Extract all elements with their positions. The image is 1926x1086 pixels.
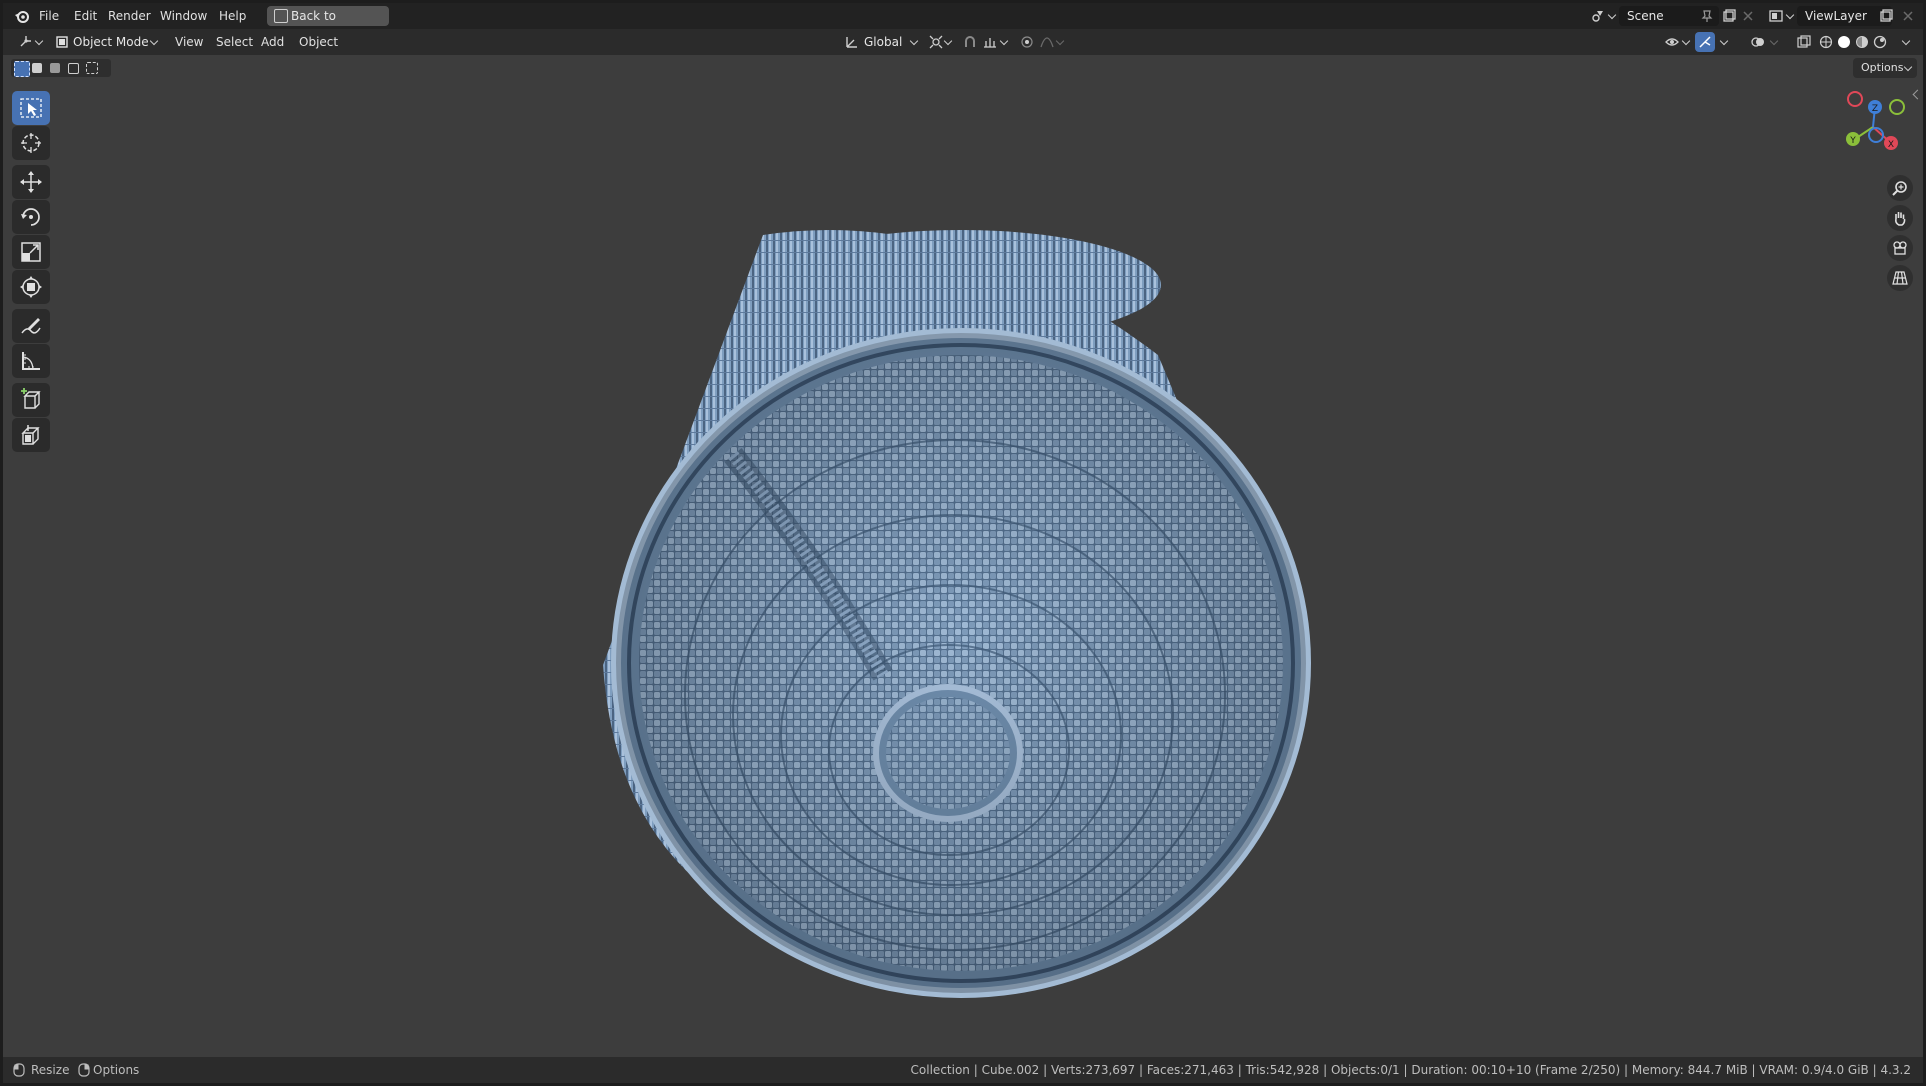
gizmo-x-label: X bbox=[1888, 140, 1894, 150]
status-bar: Resize Options Collection | Cube.002 | V… bbox=[3, 1057, 1923, 1083]
gizmo-neg-x-icon[interactable] bbox=[1847, 91, 1863, 107]
navigation-gizmo[interactable]: X Y Z bbox=[1835, 85, 1915, 165]
menu-file[interactable]: File bbox=[39, 3, 59, 29]
menu-add[interactable]: Add bbox=[261, 29, 284, 55]
material-shading-icon[interactable] bbox=[1855, 35, 1869, 49]
wireframe-shading-icon[interactable] bbox=[1819, 35, 1833, 49]
back-to-previous-button[interactable]: Back to Previous bbox=[267, 6, 389, 43]
pivot-point-icon[interactable] bbox=[929, 35, 943, 49]
menu-view[interactable]: View bbox=[175, 29, 203, 55]
scene-statistics: Collection | Cube.002 | Verts:273,697 | … bbox=[910, 1063, 1911, 1077]
object-mode-chevron-icon bbox=[149, 36, 159, 46]
perspective-toggle-button[interactable] bbox=[1887, 265, 1913, 291]
view-layer-name-field[interactable]: ViewLayer bbox=[1797, 6, 1892, 26]
menu-help[interactable]: Help bbox=[219, 3, 246, 29]
object-visibility-icon[interactable] bbox=[1665, 35, 1679, 49]
scene-chevron-icon[interactable] bbox=[1607, 10, 1617, 20]
transform-orientation-label: Global bbox=[864, 35, 903, 49]
mouse-right-icon bbox=[78, 1063, 90, 1077]
overlays-chevron-icon[interactable] bbox=[1769, 36, 1779, 46]
menu-edit[interactable]: Edit bbox=[74, 3, 97, 29]
snap-target-icon[interactable] bbox=[983, 35, 997, 49]
gizmo-z-label: Z bbox=[1872, 104, 1878, 114]
menu-render[interactable]: Render bbox=[108, 3, 151, 29]
zoom-button[interactable] bbox=[1887, 175, 1913, 201]
overlays-icon[interactable] bbox=[1751, 35, 1765, 49]
status-options-label: Options bbox=[93, 1063, 140, 1077]
top-menu-bar: File Edit Render Window Help Back to Pre… bbox=[3, 3, 1923, 43]
orientation-chevron-icon bbox=[909, 36, 919, 46]
gizmo-neg-y-icon[interactable] bbox=[1889, 99, 1905, 115]
object-mode-dropdown[interactable]: Object Mode bbox=[51, 32, 161, 52]
blender-logo-icon[interactable] bbox=[14, 8, 30, 24]
editor-type-chevron-icon[interactable] bbox=[34, 36, 44, 46]
gizmo-y-label: Y bbox=[1849, 136, 1856, 146]
object-mode-icon bbox=[56, 36, 68, 48]
xray-icon[interactable] bbox=[1797, 35, 1811, 49]
editor-type-icon[interactable] bbox=[19, 35, 33, 49]
view-layer-chevron-icon[interactable] bbox=[1785, 10, 1795, 20]
new-scene-icon[interactable] bbox=[1722, 9, 1736, 23]
woven-basket-object[interactable] bbox=[3, 55, 1923, 1057]
view-layer-icon[interactable] bbox=[1769, 9, 1783, 23]
new-view-layer-icon[interactable] bbox=[1879, 9, 1893, 23]
delete-scene-icon[interactable] bbox=[1741, 9, 1755, 23]
gizmo-toggle-button[interactable] bbox=[1695, 32, 1715, 52]
viewport-header: Object Mode View Select Add Object Globa… bbox=[3, 29, 1923, 55]
snap-chevron-icon[interactable] bbox=[999, 36, 1009, 46]
object-mode-label: Object Mode bbox=[73, 35, 149, 49]
3d-viewport[interactable]: Options X Y Z bbox=[3, 55, 1923, 1057]
scene-icon[interactable] bbox=[1591, 9, 1605, 23]
blender-window: File Edit Render Window Help Back to Pre… bbox=[3, 3, 1923, 1083]
pivot-chevron-icon[interactable] bbox=[943, 36, 953, 46]
rendered-shading-icon[interactable] bbox=[1873, 35, 1887, 49]
gizmo-icon bbox=[1699, 36, 1711, 48]
falloff-icon[interactable] bbox=[1040, 35, 1054, 49]
scene-name: Scene bbox=[1627, 9, 1664, 23]
solid-shading-icon[interactable] bbox=[1837, 35, 1851, 49]
camera-icon bbox=[1893, 241, 1907, 255]
grid-perspective-icon bbox=[1892, 271, 1908, 285]
view-layer-name: ViewLayer bbox=[1805, 9, 1867, 23]
orientation-icon bbox=[846, 37, 857, 48]
camera-view-button[interactable] bbox=[1887, 235, 1913, 261]
snap-toggle-icon[interactable] bbox=[963, 35, 977, 49]
falloff-chevron-icon[interactable] bbox=[1055, 36, 1065, 46]
hand-icon bbox=[1895, 212, 1906, 226]
shading-chevron-icon[interactable] bbox=[1901, 36, 1911, 46]
transform-orientation-dropdown[interactable]: Global bbox=[843, 32, 923, 52]
delete-view-layer-icon[interactable] bbox=[1901, 9, 1915, 23]
visibility-chevron-icon[interactable] bbox=[1681, 36, 1691, 46]
pan-button[interactable] bbox=[1887, 205, 1913, 231]
pin-icon[interactable] bbox=[1700, 9, 1714, 23]
zoom-icon bbox=[1892, 181, 1907, 196]
status-resize-label: Resize bbox=[31, 1063, 70, 1077]
mouse-left-icon bbox=[13, 1063, 25, 1077]
gizmo-chevron-icon[interactable] bbox=[1719, 36, 1729, 46]
menu-select[interactable]: Select bbox=[216, 29, 253, 55]
menu-window[interactable]: Window bbox=[160, 3, 207, 29]
back-icon bbox=[274, 9, 288, 23]
menu-object[interactable]: Object bbox=[299, 29, 338, 55]
proportional-editing-icon[interactable] bbox=[1020, 35, 1034, 49]
